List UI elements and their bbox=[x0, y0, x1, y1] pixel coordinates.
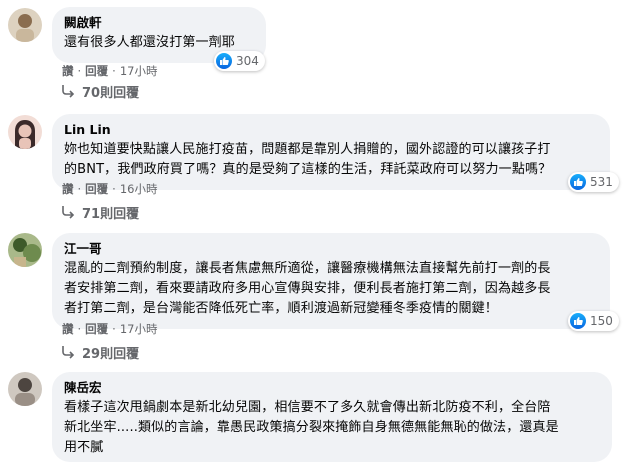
separator: · bbox=[112, 322, 116, 336]
comment-author[interactable]: Lin Lin bbox=[64, 122, 598, 138]
comment-bubble: 陳岳宏 看樣子這次甩鍋劇本是新北幼兒園，相信要不了多久就會傳出新北防疫不利，全台… bbox=[52, 372, 612, 462]
reaction-number: 531 bbox=[590, 175, 613, 189]
view-replies-button[interactable]: 71則回覆 bbox=[60, 202, 139, 222]
comment-line: 混亂的二劑預約制度，讓長者焦慮無所適從，讓醫療機構無法直接幫先前打一劑的長 bbox=[64, 261, 551, 276]
separator: · bbox=[77, 182, 82, 196]
like-icon bbox=[570, 313, 586, 329]
comment-line: 者打第二劑，是台灣能否降低死亡率，順利渡過新冠變種冬季疫情的關鍵！ bbox=[64, 301, 498, 316]
comment-text: 混亂的二劑預約制度，讓長者焦慮無所適從，讓醫療機構無法直接幫先前打一劑的長 者安… bbox=[64, 259, 598, 319]
comment-author[interactable]: 江一哥 bbox=[64, 241, 598, 257]
separator: · bbox=[77, 64, 82, 78]
separator: · bbox=[112, 64, 116, 78]
reply-arrow-icon bbox=[62, 85, 75, 98]
comment-author[interactable]: 闕啟軒 bbox=[64, 15, 254, 31]
comment-author[interactable]: 陳岳宏 bbox=[64, 380, 600, 396]
avatar[interactable] bbox=[8, 372, 42, 406]
comment-bubble: 江一哥 混亂的二劑預約制度，讓長者焦慮無所適從，讓醫療機構無法直接幫先前打一劑的… bbox=[52, 233, 610, 329]
comment-line: 用不膩 bbox=[64, 440, 104, 455]
avatar[interactable] bbox=[8, 115, 42, 149]
reaction-count[interactable]: 531 bbox=[568, 172, 619, 192]
timestamp[interactable]: 17小時 bbox=[120, 63, 158, 79]
comment-text: 還有很多人都還沒打第一劑耶 bbox=[64, 33, 254, 53]
replies-count-label: 29則回覆 bbox=[82, 346, 140, 362]
comment-line: 者安排第二劑，看來要請政府多用心宣傳與安排，便利長者施打第二劑，因為越多長 bbox=[64, 281, 551, 296]
comment-line: 妳也知道要快點讓人民施打疫苗，問題都是靠別人捐贈的，國外認證的可以讓孩子打 bbox=[64, 142, 551, 157]
replies-count-label: 70則回覆 bbox=[82, 85, 140, 101]
comment-text: 妳也知道要快點讓人民施打疫苗，問題都是靠別人捐贈的，國外認證的可以讓孩子打 的B… bbox=[64, 140, 598, 180]
comment-actions: 讚 · 回覆 · 17小時 bbox=[62, 321, 157, 337]
comment-actions: 讚 · 回覆 · 17小時 bbox=[62, 63, 157, 79]
avatar[interactable] bbox=[8, 8, 42, 42]
reply-arrow-icon bbox=[62, 206, 75, 219]
like-link[interactable]: 讚 bbox=[62, 321, 74, 337]
separator: · bbox=[77, 322, 82, 336]
avatar[interactable] bbox=[8, 233, 42, 267]
like-link[interactable]: 讚 bbox=[62, 181, 74, 197]
reply-arrow-icon bbox=[62, 346, 75, 359]
separator: · bbox=[112, 182, 116, 196]
comment-actions: 讚 · 回覆 · 16小時 bbox=[62, 181, 157, 197]
like-icon bbox=[216, 53, 232, 69]
comment-line: 新北坐牢.....類似的言論，靠愚民政策搞分裂來掩飾自身無德無能無恥的做法，還真… bbox=[64, 420, 559, 435]
like-icon bbox=[570, 174, 586, 190]
comment-line: 的BNT，我們政府買了嗎？真的是受夠了這樣的生活，拜託菜政府可以努力一點嗎？ bbox=[64, 162, 552, 177]
view-replies-button[interactable]: 70則回覆 bbox=[60, 81, 139, 101]
reply-link[interactable]: 回覆 bbox=[85, 181, 108, 197]
timestamp[interactable]: 16小時 bbox=[120, 181, 158, 197]
comment-line: 看樣子這次甩鍋劇本是新北幼兒園，相信要不了多久就會傳出新北防疫不利，全台陪 bbox=[64, 400, 551, 415]
reaction-count[interactable]: 304 bbox=[214, 51, 265, 71]
view-replies-button[interactable]: 29則回覆 bbox=[60, 342, 139, 362]
comment-bubble: Lin Lin 妳也知道要快點讓人民施打疫苗，問題都是靠別人捐贈的，國外認證的可… bbox=[52, 114, 610, 190]
replies-count-label: 71則回覆 bbox=[82, 206, 140, 222]
comment-line: 還有很多人都還沒打第一劑耶 bbox=[64, 35, 235, 50]
reaction-number: 150 bbox=[590, 314, 613, 328]
reply-link[interactable]: 回覆 bbox=[85, 321, 108, 337]
reply-link[interactable]: 回覆 bbox=[85, 63, 108, 79]
comment-text: 看樣子這次甩鍋劇本是新北幼兒園，相信要不了多久就會傳出新北防疫不利，全台陪 新北… bbox=[64, 398, 600, 458]
timestamp[interactable]: 17小時 bbox=[120, 321, 158, 337]
reaction-number: 304 bbox=[236, 54, 259, 68]
like-link[interactable]: 讚 bbox=[62, 63, 74, 79]
reaction-count[interactable]: 150 bbox=[568, 311, 619, 331]
